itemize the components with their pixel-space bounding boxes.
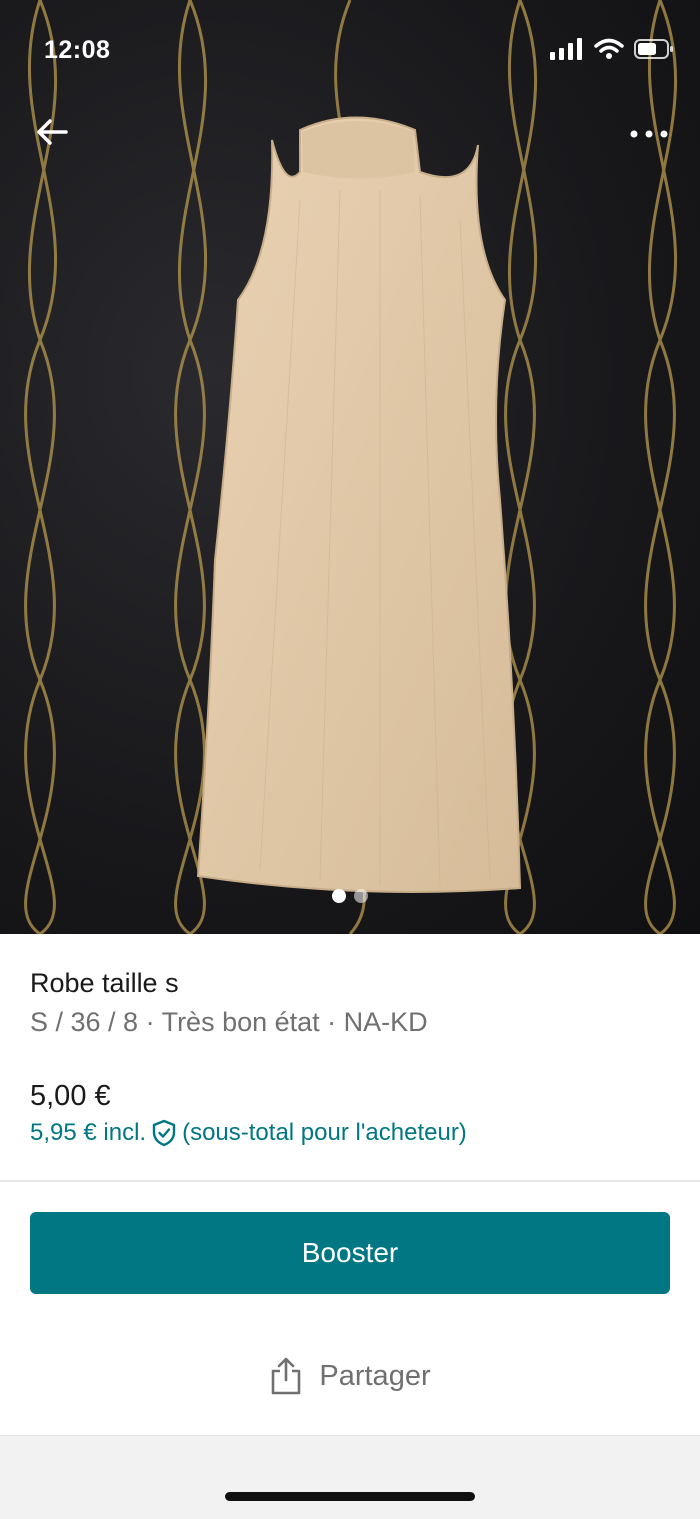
product-image (24, 0, 677, 934)
buyer-price-amount: 5,95 € incl. (30, 1119, 147, 1146)
shield-check-icon (152, 1119, 176, 1147)
share-button[interactable]: Partager (0, 1356, 700, 1396)
pagination-dot[interactable] (354, 889, 368, 903)
booster-button[interactable]: Booster (30, 1212, 670, 1294)
back-button[interactable] (30, 110, 74, 154)
back-arrow-icon (37, 119, 68, 145)
share-icon (272, 1357, 301, 1395)
bottom-area (0, 1435, 700, 1519)
more-options-button[interactable] (626, 112, 672, 156)
wifi-icon (594, 38, 624, 59)
item-details: S / 36 / 8 · Très bon état · NA-KD (30, 1007, 428, 1037)
item-price: 5,00 € (30, 1080, 111, 1112)
signal-icon (550, 38, 582, 60)
item-info: Robe taille s S / 36 / 8 · Très bon état… (30, 960, 670, 1038)
home-indicator[interactable] (225, 1492, 475, 1501)
divider (0, 1180, 700, 1182)
more-icon (630, 130, 668, 138)
battery-icon (634, 39, 673, 59)
status-bar: 12:08 (0, 0, 700, 100)
pagination-dot-active[interactable] (332, 889, 346, 903)
share-label: Partager (319, 1359, 431, 1392)
item-title: Robe taille s (30, 968, 179, 998)
buyer-price-info[interactable]: 5,95 € incl. (sous-total pour l'acheteur… (30, 1119, 467, 1147)
buyer-price-note: (sous-total pour l'acheteur) (182, 1119, 467, 1146)
item-photo[interactable]: 12:08 (0, 0, 700, 934)
status-time: 12:08 (44, 36, 111, 64)
photo-pagination (0, 889, 700, 903)
